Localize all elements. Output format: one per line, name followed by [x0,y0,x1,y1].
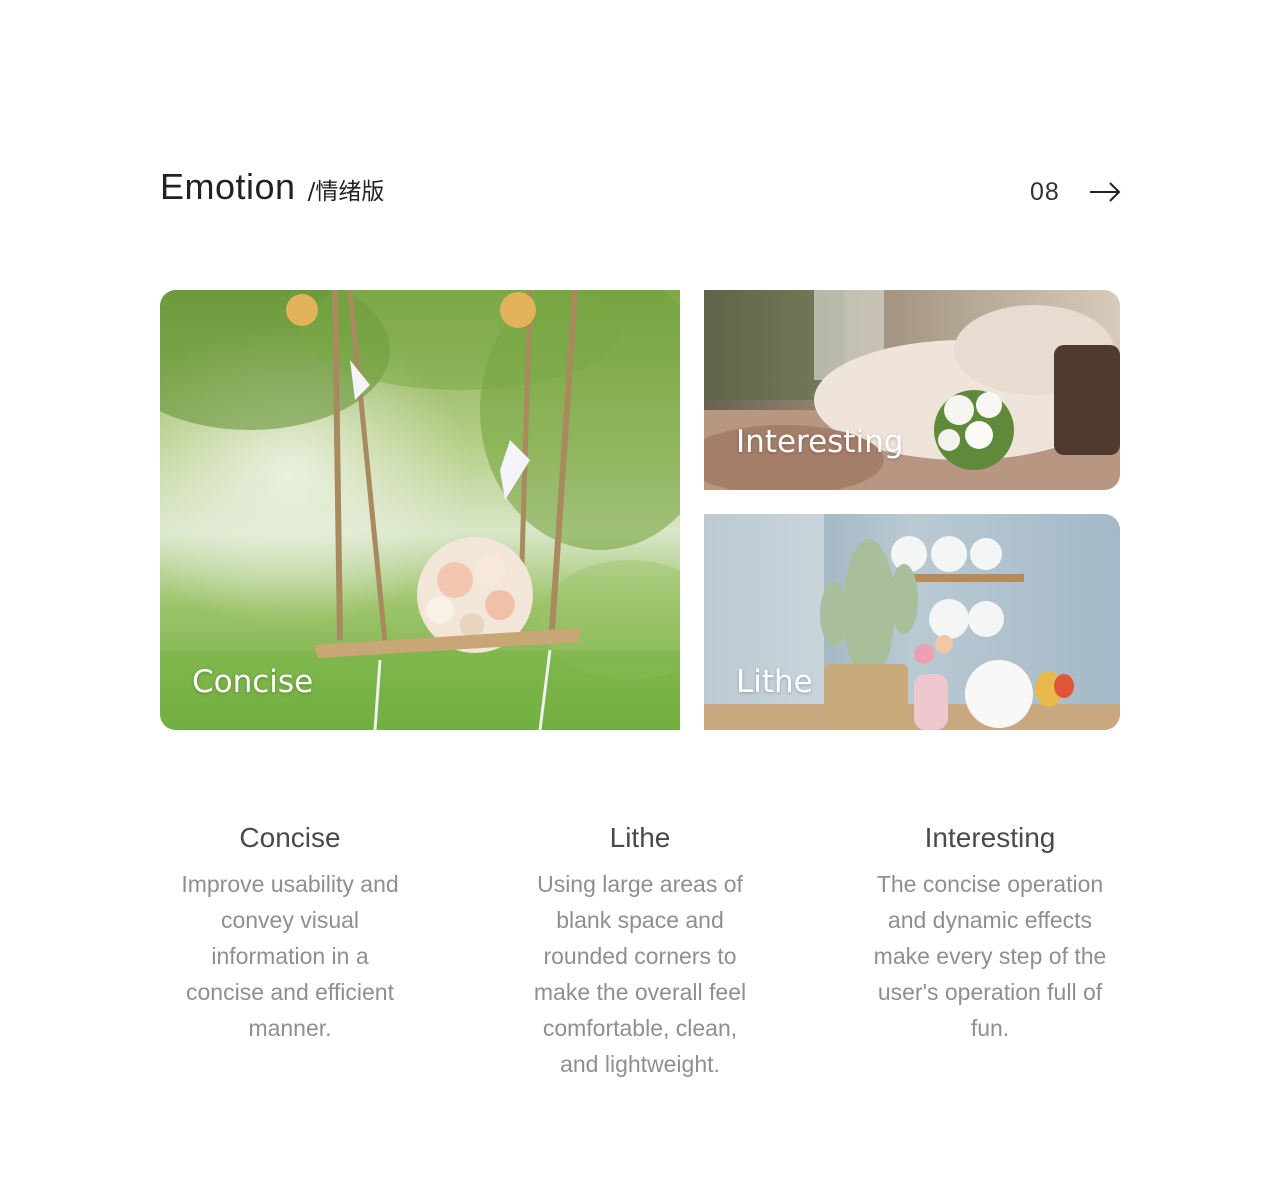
feature-desc-line: information in a [211,943,369,969]
feature-desc-line: fun. [970,1015,1010,1041]
feature-desc-line: user's operation full of [877,979,1103,1005]
feature-title: Interesting [924,822,1056,853]
feature-desc-line: concise and efficient [186,979,394,1005]
feature-desc-line: The concise operation [876,871,1104,897]
feature-desc-line: and lightweight. [560,1051,720,1077]
feature-title: Lithe [609,822,671,853]
feature-desc-line: blank space and [556,907,724,933]
feature-desc-line: manner. [248,1015,332,1041]
mood-tile-lithe: Lithe [704,514,1120,730]
page-subtitle: /情绪版 [307,179,385,205]
tile-caption-lithe: Lithe [736,664,813,700]
tile-caption-concise: Concise [192,664,314,700]
feature-interesting: Interesting The concise operation and dy… [860,822,1120,1046]
feature-description: Using large areas of blank space and rou… [510,866,770,1082]
feature-desc-line: convey visual [220,907,360,933]
feature-title: Concise [239,822,341,853]
feature-desc-line: Using large areas of [537,871,743,897]
feature-concise: Concise Improve usability and convey vis… [160,822,420,1046]
feature-lithe: Lithe Using large areas of blank space a… [510,822,770,1082]
page-title: Emotion [160,166,296,207]
feature-desc-line: rounded corners to [543,943,737,969]
feature-desc-line: make every step of the [873,943,1107,969]
feature-desc-line: Improve usability and [181,871,399,897]
mood-tile-interesting: Interesting [704,290,1120,490]
feature-desc-line: make the overall feel [533,979,747,1005]
feature-desc-line: comfortable, clean, [542,1015,738,1041]
mood-tile-concise: Concise [160,290,680,730]
sofa-photo [704,290,1120,490]
feature-description: The concise operation and dynamic effect… [860,866,1120,1046]
page-heading: Emotion /情绪版 [160,166,384,208]
tile-caption-interesting: Interesting [736,424,904,460]
arrow-right-icon[interactable] [1088,180,1122,204]
page-number: 08 [1030,178,1060,206]
feature-description: Improve usability and convey visual info… [160,866,420,1046]
feature-desc-line: and dynamic effects [887,907,1093,933]
